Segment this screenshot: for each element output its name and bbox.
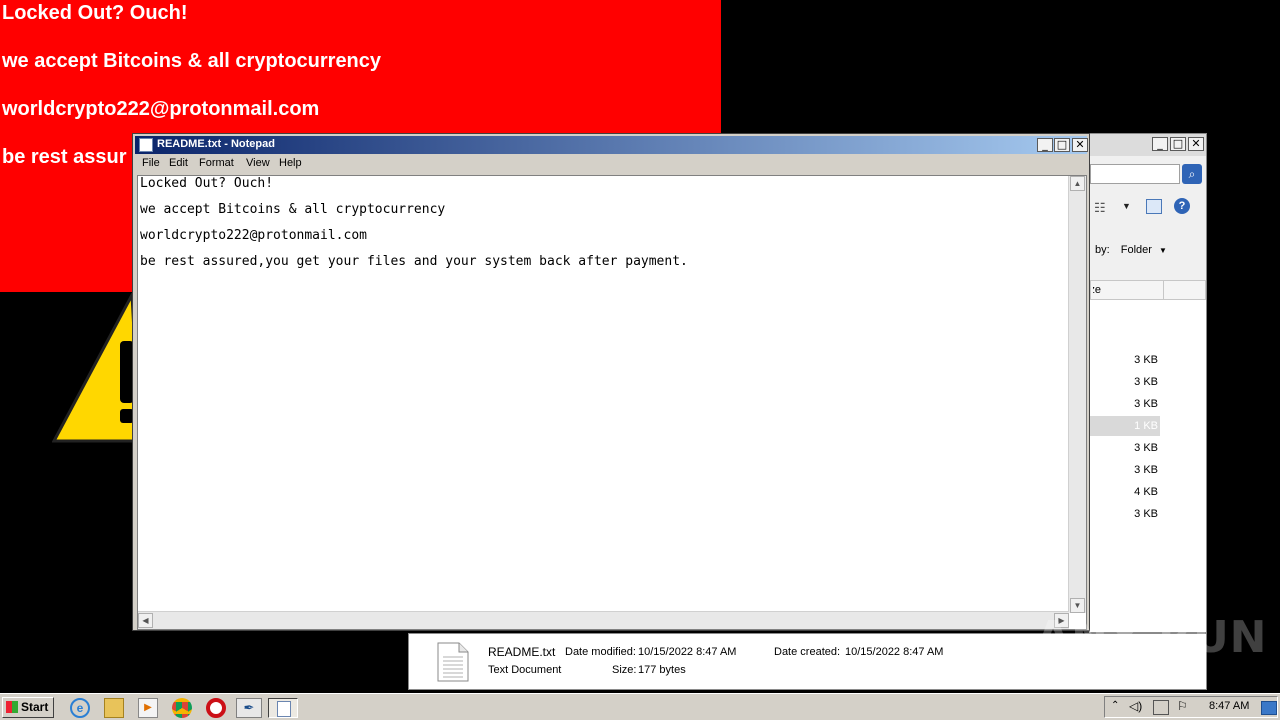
show-desktop-icon[interactable] <box>1261 701 1277 715</box>
watermark: ANY RUN <box>1036 612 1268 663</box>
file-size-cell[interactable]: 3 KB <box>1090 350 1160 370</box>
details-file-type: Text Document <box>488 664 562 676</box>
wallpaper-text-line: we accept Bitcoins & all cryptocurrency <box>2 50 382 72</box>
details-size: 177 bytes <box>638 664 686 676</box>
file-size-cell[interactable]: 3 KB <box>1090 438 1160 458</box>
system-tray: ⌃ ◁) ⚐ 8:47 AM <box>1104 696 1278 718</box>
internet-explorer-icon[interactable]: e <box>70 698 90 718</box>
network-icon[interactable] <box>1153 700 1169 715</box>
menu-help[interactable]: Help <box>279 157 302 169</box>
file-size-cell-selected[interactable]: 1 KB <box>1090 416 1160 436</box>
start-label: Start <box>21 700 49 714</box>
media-player-icon[interactable]: ▶ <box>138 698 158 718</box>
search-icon[interactable]: ⌕ <box>1182 164 1202 184</box>
column-header-size[interactable]: Size <box>1090 280 1206 300</box>
minimize-button[interactable]: _ <box>1152 137 1168 151</box>
preview-pane-icon[interactable] <box>1146 199 1162 214</box>
clock[interactable]: 8:47 AM <box>1209 700 1249 712</box>
details-date-created: 10/15/2022 8:47 AM <box>845 646 944 658</box>
menu-file[interactable]: File <box>142 157 160 169</box>
chevron-down-icon: ▼ <box>1159 246 1167 255</box>
vertical-scrollbar[interactable]: ▲ ▼ <box>1068 176 1086 613</box>
notepad-icon <box>139 138 153 152</box>
explorer-window: _ □ ✕ ⌕ ☷ ▼ ? by: Folder ▼ Size 3 KB 3 K… <box>1089 133 1207 633</box>
explorer-titlebar: _ □ ✕ <box>1090 134 1206 156</box>
maximize-button[interactable]: □ <box>1054 138 1070 152</box>
file-list: 3 KB 3 KB 3 KB 1 KB 3 KB 3 KB 4 KB 3 KB <box>1090 300 1206 632</box>
window-title: README.txt - Notepad <box>157 138 275 150</box>
text-line: Locked Out? Ouch! <box>140 176 274 191</box>
menu-bar: File Edit Format View Help <box>135 155 1087 173</box>
text-editor-area[interactable]: Locked Out? Ouch! we accept Bitcoins & a… <box>137 175 1087 630</box>
horizontal-scrollbar[interactable]: ◀ ▶ <box>138 611 1069 629</box>
scroll-up-icon[interactable]: ▲ <box>1070 176 1085 191</box>
menu-format[interactable]: Format <box>199 157 234 169</box>
notepad-taskbar-button[interactable] <box>268 698 298 718</box>
menu-edit[interactable]: Edit <box>169 157 188 169</box>
file-size-cell[interactable]: 4 KB <box>1090 482 1160 502</box>
speaker-icon[interactable]: ◁) <box>1129 699 1142 713</box>
search-input[interactable] <box>1090 164 1180 184</box>
feather-app-icon[interactable]: ✒ <box>236 698 262 718</box>
close-button[interactable]: ✕ <box>1072 138 1088 152</box>
explorer-folder-icon[interactable] <box>104 698 124 718</box>
minimize-button[interactable]: _ <box>1037 138 1053 152</box>
scroll-down-icon[interactable]: ▼ <box>1070 598 1085 613</box>
arrange-by[interactable]: by: Folder ▼ <box>1095 244 1167 256</box>
start-button[interactable]: Start <box>2 697 54 718</box>
wallpaper-text-line: Locked Out? Ouch! <box>2 2 188 24</box>
file-size-cell[interactable]: 3 KB <box>1090 394 1160 414</box>
taskbar: Start e ▶ ✒ ⌃ ◁) ⚐ 8:47 AM <box>0 693 1280 720</box>
action-center-flag-icon[interactable]: ⚐ <box>1177 699 1188 713</box>
column-divider <box>1163 281 1164 299</box>
notepad-icon <box>277 701 291 717</box>
notepad-titlebar[interactable]: README.txt - Notepad _ □ ✕ <box>135 136 1088 154</box>
arrange-by-value: Folder <box>1120 244 1152 256</box>
details-date-modified: 10/15/2022 8:47 AM <box>638 646 737 658</box>
details-file-name: README.txt <box>488 645 556 659</box>
opera-icon[interactable] <box>206 698 226 718</box>
wallpaper-text-line: worldcrypto222@protonmail.com <box>2 98 320 120</box>
arrange-by-label: by: <box>1095 244 1110 256</box>
details-size-label: Size: <box>612 664 637 676</box>
menu-view[interactable]: View <box>246 157 270 169</box>
text-document-icon <box>437 642 469 682</box>
wallpaper-text-line: be rest assur <box>2 146 127 168</box>
notepad-window: README.txt - Notepad _ □ ✕ File Edit For… <box>132 133 1090 631</box>
file-size-cell[interactable]: 3 KB <box>1090 504 1160 524</box>
text-line: be rest assured,you get your files and y… <box>140 254 688 269</box>
view-options-icon[interactable]: ☷ <box>1094 200 1106 216</box>
chevron-up-icon[interactable]: ⌃ <box>1111 700 1119 711</box>
chrome-icon[interactable] <box>172 698 192 718</box>
help-icon[interactable]: ? <box>1174 198 1190 214</box>
maximize-button[interactable]: □ <box>1170 137 1186 151</box>
text-line: we accept Bitcoins & all cryptocurrency <box>140 202 446 217</box>
warning-triangle-icon <box>52 293 142 443</box>
text-line: worldcrypto222@protonmail.com <box>140 228 367 243</box>
file-size-cell[interactable]: 3 KB <box>1090 372 1160 392</box>
chevron-down-icon[interactable]: ▼ <box>1122 201 1131 211</box>
windows-logo-icon <box>6 701 18 713</box>
details-date-modified-label: Date modified: <box>565 646 636 658</box>
column-header-label: Size <box>1093 284 1101 296</box>
file-size-cell[interactable]: 3 KB <box>1090 460 1160 480</box>
scroll-left-icon[interactable]: ◀ <box>138 613 153 628</box>
close-button[interactable]: ✕ <box>1188 137 1204 151</box>
details-date-created-label: Date created: <box>774 646 841 658</box>
explorer-toolbar: ☷ ▼ ? <box>1090 196 1206 222</box>
